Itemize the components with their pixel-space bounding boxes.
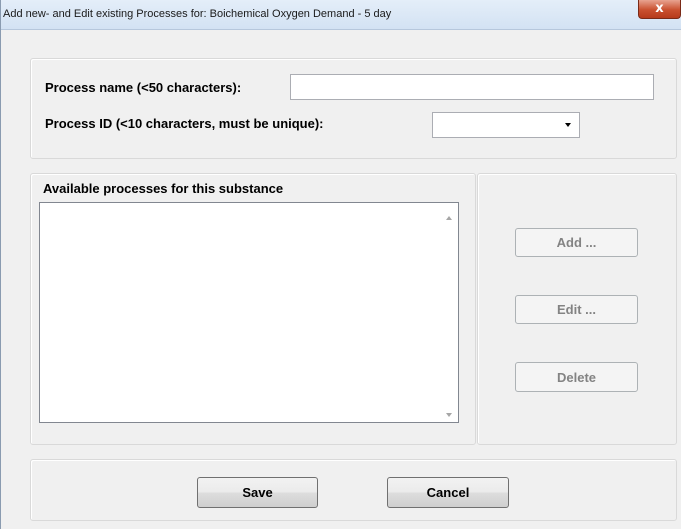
close-button[interactable]: x <box>638 0 681 19</box>
chevron-down-icon[interactable] <box>565 123 571 127</box>
edit-button[interactable]: Edit ... <box>515 295 638 324</box>
dialog-window: Add new- and Edit existing Processes for… <box>0 0 681 529</box>
scroll-down-arrow-icon[interactable] <box>446 413 452 417</box>
process-id-label: Process ID (<10 characters, must be uniq… <box>45 116 324 131</box>
process-id-combobox[interactable] <box>432 112 580 138</box>
window-title: Add new- and Edit existing Processes for… <box>3 8 392 20</box>
available-processes-label: Available processes for this substance <box>43 181 284 196</box>
process-name-label: Process name (<50 characters): <box>45 80 242 95</box>
close-icon: x <box>655 1 664 16</box>
add-button[interactable]: Add ... <box>515 228 638 257</box>
listbox-scrollbar[interactable] <box>441 203 458 422</box>
scroll-up-arrow-icon[interactable] <box>446 216 452 220</box>
delete-button[interactable]: Delete <box>515 362 638 392</box>
processes-listbox[interactable] <box>39 202 459 423</box>
process-name-input[interactable] <box>290 74 654 100</box>
save-button[interactable]: Save <box>197 477 318 508</box>
footer-panel <box>30 459 677 521</box>
title-bar[interactable]: Add new- and Edit existing Processes for… <box>1 0 681 30</box>
cancel-button[interactable]: Cancel <box>387 477 509 508</box>
